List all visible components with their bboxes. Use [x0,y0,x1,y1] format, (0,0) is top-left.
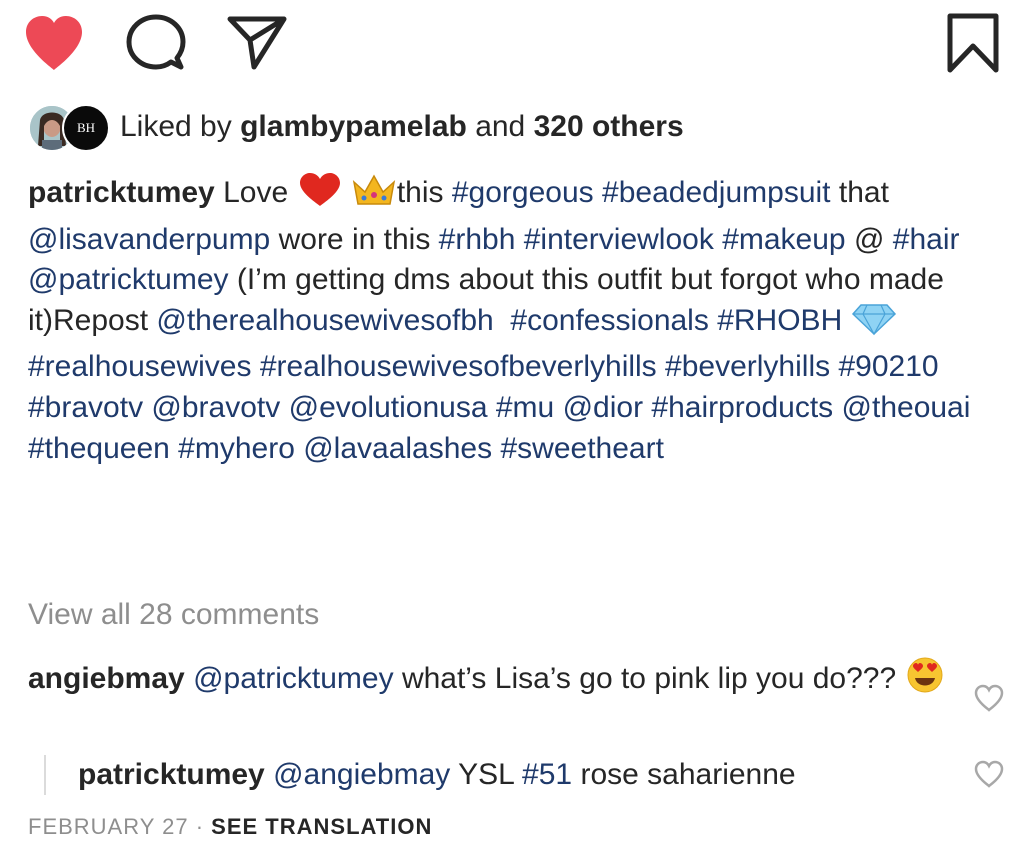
post-footer: FEBRUARY 27 · SEE TRANSLATION [28,814,432,840]
hashtag-link[interactable]: #mu [496,391,554,424]
caption-text: that [838,176,889,209]
view-all-comments-link[interactable]: View all 28 comments [28,598,319,632]
hashtag-link[interactable]: #interviewlook [524,223,714,256]
comment-reply: patricktumey @angiebmay YSL #51 rose sah… [78,755,958,795]
mention-link[interactable]: @patricktumey [28,263,229,296]
speech-bubble-icon[interactable] [126,14,186,72]
likes-others-count[interactable]: 320 others [534,110,684,143]
likes-summary[interactable]: BH Liked by glambypamelab and 320 others [28,104,1008,152]
caption-text: this [396,176,444,209]
red-heart-emoji-icon [297,172,343,220]
comment-text: what’s Lisa’s go to pink lip you do??? [401,662,897,695]
heart-filled-icon[interactable] [22,14,86,72]
paper-plane-icon[interactable] [226,14,288,70]
caption-text: wore in this [278,222,431,256]
reply-like-heart-icon[interactable] [974,760,1004,788]
caption-text: @ [853,222,885,256]
reply-username[interactable]: patricktumey [78,758,265,791]
comment: angiebmay @patricktumey what’s Lisa’s go… [28,656,948,705]
likes-and: and [475,110,526,143]
hashtag-link[interactable]: #myhero [178,432,295,465]
hashtag-link[interactable]: #51 [522,758,572,791]
avatar: BH [62,104,110,152]
mention-link[interactable]: @dior [563,391,643,424]
mention-link[interactable]: @theouai [842,391,971,424]
mention-link[interactable]: @evolutionusa [289,391,488,424]
hashtag-link[interactable]: #realhousewivesofbeverlyhills [260,350,657,383]
mention-link[interactable]: @angiebmay [273,758,450,791]
separator: · [195,814,205,839]
heart-eyes-emoji-icon [905,656,945,705]
comment-username[interactable]: angiebmay [28,662,185,695]
hashtag-link[interactable]: #confessionals [510,304,708,337]
reply-thread-line [44,755,46,795]
comment-like-heart-icon[interactable] [974,684,1004,712]
likes-text: Liked by glambypamelab and 320 others [120,110,684,144]
gem-emoji-icon [851,302,897,348]
hashtag-link[interactable]: #hair [893,223,960,256]
crown-emoji-icon [351,174,397,220]
reply-text: rose saharienne [580,758,796,791]
liker-avatars: BH [28,104,110,152]
mention-link[interactable]: @lavaalashes [303,432,492,465]
bookmark-icon[interactable] [946,12,1000,74]
hashtag-link[interactable]: #beadedjumpsuit [602,176,831,209]
see-translation-link[interactable]: SEE TRANSLATION [211,814,432,839]
mention-link[interactable]: @bravotv [151,391,280,424]
hashtag-link[interactable]: #beverlyhills [665,350,830,383]
hashtag-link[interactable]: #RHOBH [717,304,842,337]
post-date: FEBRUARY 27 [28,814,189,839]
hashtag-link[interactable]: #bravotv [28,391,143,424]
hashtag-link[interactable]: #sweetheart [500,432,663,465]
likes-prefix: Liked by [120,110,232,143]
hashtag-link[interactable]: #makeup [722,223,845,256]
hashtag-link[interactable]: #realhousewives [28,350,251,383]
hashtag-link[interactable]: #90210 [838,350,938,383]
post-caption: patricktumey Love this #gorgeous #beaded… [28,172,1008,469]
caption-text: Love [223,176,289,209]
caption-username[interactable]: patricktumey [28,176,215,209]
mention-link[interactable]: @lisavanderpump [28,223,270,256]
hashtag-link[interactable]: #rhbh [439,223,516,256]
reply-text: YSL [458,758,514,791]
hashtag-link[interactable]: #thequeen [28,432,170,465]
hashtag-link[interactable]: #hairproducts [651,391,833,424]
mention-link[interactable]: @patricktumey [193,662,394,695]
post-action-bar [0,0,1024,90]
liker-username[interactable]: glambypamelab [240,110,467,143]
mention-link[interactable]: @therealhousewivesofbh [156,304,493,337]
hashtag-link[interactable]: #gorgeous [452,176,594,209]
